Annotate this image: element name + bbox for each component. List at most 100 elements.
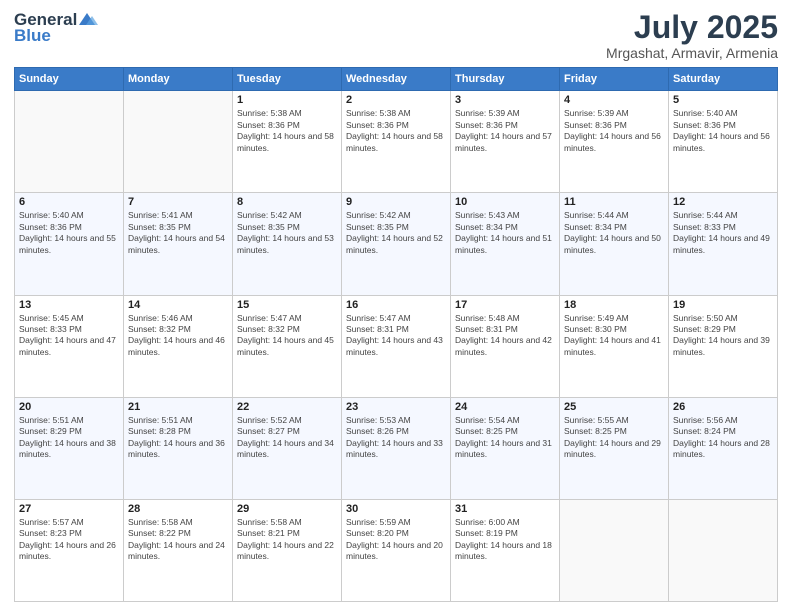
day-number: 6 (19, 196, 119, 208)
title-block: July 2025 Mrgashat, Armavir, Armenia (606, 10, 778, 61)
day-detail: Sunrise: 5:41 AMSunset: 8:35 PMDaylight:… (128, 210, 228, 256)
calendar-cell (669, 499, 778, 601)
day-detail: Sunrise: 5:50 AMSunset: 8:29 PMDaylight:… (673, 313, 773, 359)
day-number: 29 (237, 503, 337, 515)
logo: General Blue (14, 10, 99, 46)
logo-icon (79, 11, 99, 29)
calendar-cell: 12Sunrise: 5:44 AMSunset: 8:33 PMDayligh… (669, 193, 778, 295)
day-number: 5 (673, 94, 773, 106)
day-detail: Sunrise: 5:47 AMSunset: 8:32 PMDaylight:… (237, 313, 337, 359)
day-number: 31 (455, 503, 555, 515)
day-number: 19 (673, 299, 773, 311)
day-number: 27 (19, 503, 119, 515)
calendar-cell: 27 Sunrise: 5:57 AMSunset: 8:23 PMDayligh… (15, 499, 124, 601)
day-detail: Sunrise: 5:44 AMSunset: 8:34 PMDaylight:… (564, 210, 664, 256)
day-detail: Sunrise: 6:00 AMSunset: 8:19 PMDaylight:… (455, 517, 555, 563)
day-detail: Sunrise: 5:42 AMSunset: 8:35 PMDaylight:… (237, 210, 337, 256)
day-detail: Sunrise: 5:39 AMSunset: 8:36 PMDaylight:… (455, 108, 555, 154)
day-number: 22 (237, 401, 337, 413)
day-detail: Sunrise: 5:38 AMSunset: 8:36 PMDaylight:… (346, 108, 446, 154)
day-detail: Sunrise: 5:54 AMSunset: 8:25 PMDaylight:… (455, 415, 555, 461)
calendar-cell: 3 Sunrise: 5:39 AMSunset: 8:36 PMDaylight… (451, 91, 560, 193)
calendar-cell: 18Sunrise: 5:49 AMSunset: 8:30 PMDayligh… (560, 295, 669, 397)
weekday-header: Thursday (451, 68, 560, 91)
calendar-cell: 31 Sunrise: 6:00 AMSunset: 8:19 PMDayligh… (451, 499, 560, 601)
day-number: 9 (346, 196, 446, 208)
calendar-cell: 17 Sunrise: 5:48 AMSunset: 8:31 PMDayligh… (451, 295, 560, 397)
day-number: 4 (564, 94, 664, 106)
day-number: 25 (564, 401, 664, 413)
day-number: 3 (455, 94, 555, 106)
day-detail: Sunrise: 5:59 AMSunset: 8:20 PMDaylight:… (346, 517, 446, 563)
day-number: 15 (237, 299, 337, 311)
day-detail: Sunrise: 5:38 AMSunset: 8:36 PMDaylight:… (237, 108, 337, 154)
day-number: 8 (237, 196, 337, 208)
calendar-cell: 5 Sunrise: 5:40 AMSunset: 8:36 PMDaylight… (669, 91, 778, 193)
day-detail: Sunrise: 5:58 AMSunset: 8:21 PMDaylight:… (237, 517, 337, 563)
calendar-cell: 14Sunrise: 5:46 AMSunset: 8:32 PMDayligh… (124, 295, 233, 397)
location: Mrgashat, Armavir, Armenia (606, 45, 778, 61)
day-detail: Sunrise: 5:42 AMSunset: 8:35 PMDaylight:… (346, 210, 446, 256)
calendar-cell: 11 Sunrise: 5:44 AMSunset: 8:34 PMDayligh… (560, 193, 669, 295)
day-detail: Sunrise: 5:53 AMSunset: 8:26 PMDaylight:… (346, 415, 446, 461)
day-detail: Sunrise: 5:56 AMSunset: 8:24 PMDaylight:… (673, 415, 773, 461)
day-detail: Sunrise: 5:40 AMSunset: 8:36 PMDaylight:… (19, 210, 119, 256)
day-detail: Sunrise: 5:39 AMSunset: 8:36 PMDaylight:… (564, 108, 664, 154)
calendar-cell: 13 Sunrise: 5:45 AMSunset: 8:33 PMDayligh… (15, 295, 124, 397)
day-detail: Sunrise: 5:47 AMSunset: 8:31 PMDaylight:… (346, 313, 446, 359)
calendar-cell: 8 Sunrise: 5:42 AMSunset: 8:35 PMDaylight… (233, 193, 342, 295)
day-number: 14 (128, 299, 228, 311)
day-detail: Sunrise: 5:43 AMSunset: 8:34 PMDaylight:… (455, 210, 555, 256)
day-number: 20 (19, 401, 119, 413)
calendar-cell: 16 Sunrise: 5:47 AMSunset: 8:31 PMDayligh… (342, 295, 451, 397)
weekday-header: Friday (560, 68, 669, 91)
day-number: 23 (346, 401, 446, 413)
calendar-cell: 24 Sunrise: 5:54 AMSunset: 8:25 PMDayligh… (451, 397, 560, 499)
weekday-header: Saturday (669, 68, 778, 91)
calendar-cell: 28Sunrise: 5:58 AMSunset: 8:22 PMDayligh… (124, 499, 233, 601)
calendar-cell: 30 Sunrise: 5:59 AMSunset: 8:20 PMDayligh… (342, 499, 451, 601)
header: General Blue July 2025 Mrgashat, Armavir… (14, 10, 778, 61)
day-detail: Sunrise: 5:57 AMSunset: 8:23 PMDaylight:… (19, 517, 119, 563)
month-title: July 2025 (606, 10, 778, 45)
day-number: 26 (673, 401, 773, 413)
calendar-cell: 10 Sunrise: 5:43 AMSunset: 8:34 PMDayligh… (451, 193, 560, 295)
day-detail: Sunrise: 5:51 AMSunset: 8:29 PMDaylight:… (19, 415, 119, 461)
calendar: SundayMondayTuesdayWednesdayThursdayFrid… (14, 67, 778, 602)
day-number: 13 (19, 299, 119, 311)
day-number: 18 (564, 299, 664, 311)
day-detail: Sunrise: 5:45 AMSunset: 8:33 PMDaylight:… (19, 313, 119, 359)
day-number: 1 (237, 94, 337, 106)
logo-blue: Blue (14, 26, 51, 46)
day-detail: Sunrise: 5:51 AMSunset: 8:28 PMDaylight:… (128, 415, 228, 461)
calendar-cell (124, 91, 233, 193)
day-number: 17 (455, 299, 555, 311)
day-detail: Sunrise: 5:48 AMSunset: 8:31 PMDaylight:… (455, 313, 555, 359)
calendar-cell (15, 91, 124, 193)
calendar-cell: 19 Sunrise: 5:50 AMSunset: 8:29 PMDayligh… (669, 295, 778, 397)
weekday-header: Sunday (15, 68, 124, 91)
calendar-cell: 15 Sunrise: 5:47 AMSunset: 8:32 PMDayligh… (233, 295, 342, 397)
weekday-header: Wednesday (342, 68, 451, 91)
calendar-cell: 7 Sunrise: 5:41 AMSunset: 8:35 PMDaylight… (124, 193, 233, 295)
day-number: 7 (128, 196, 228, 208)
calendar-cell: 20 Sunrise: 5:51 AMSunset: 8:29 PMDayligh… (15, 397, 124, 499)
calendar-cell: 9 Sunrise: 5:42 AMSunset: 8:35 PMDaylight… (342, 193, 451, 295)
calendar-cell: 25Sunrise: 5:55 AMSunset: 8:25 PMDayligh… (560, 397, 669, 499)
day-detail: Sunrise: 5:52 AMSunset: 8:27 PMDaylight:… (237, 415, 337, 461)
day-number: 11 (564, 196, 664, 208)
day-number: 21 (128, 401, 228, 413)
day-detail: Sunrise: 5:40 AMSunset: 8:36 PMDaylight:… (673, 108, 773, 154)
page: General Blue July 2025 Mrgashat, Armavir… (0, 0, 792, 612)
day-number: 24 (455, 401, 555, 413)
day-number: 2 (346, 94, 446, 106)
calendar-cell: 2 Sunrise: 5:38 AMSunset: 8:36 PMDaylight… (342, 91, 451, 193)
day-number: 10 (455, 196, 555, 208)
calendar-cell: 6 Sunrise: 5:40 AMSunset: 8:36 PMDaylight… (15, 193, 124, 295)
day-number: 30 (346, 503, 446, 515)
weekday-header: Tuesday (233, 68, 342, 91)
calendar-cell: 29 Sunrise: 5:58 AMSunset: 8:21 PMDayligh… (233, 499, 342, 601)
weekday-header: Monday (124, 68, 233, 91)
day-number: 16 (346, 299, 446, 311)
day-number: 12 (673, 196, 773, 208)
